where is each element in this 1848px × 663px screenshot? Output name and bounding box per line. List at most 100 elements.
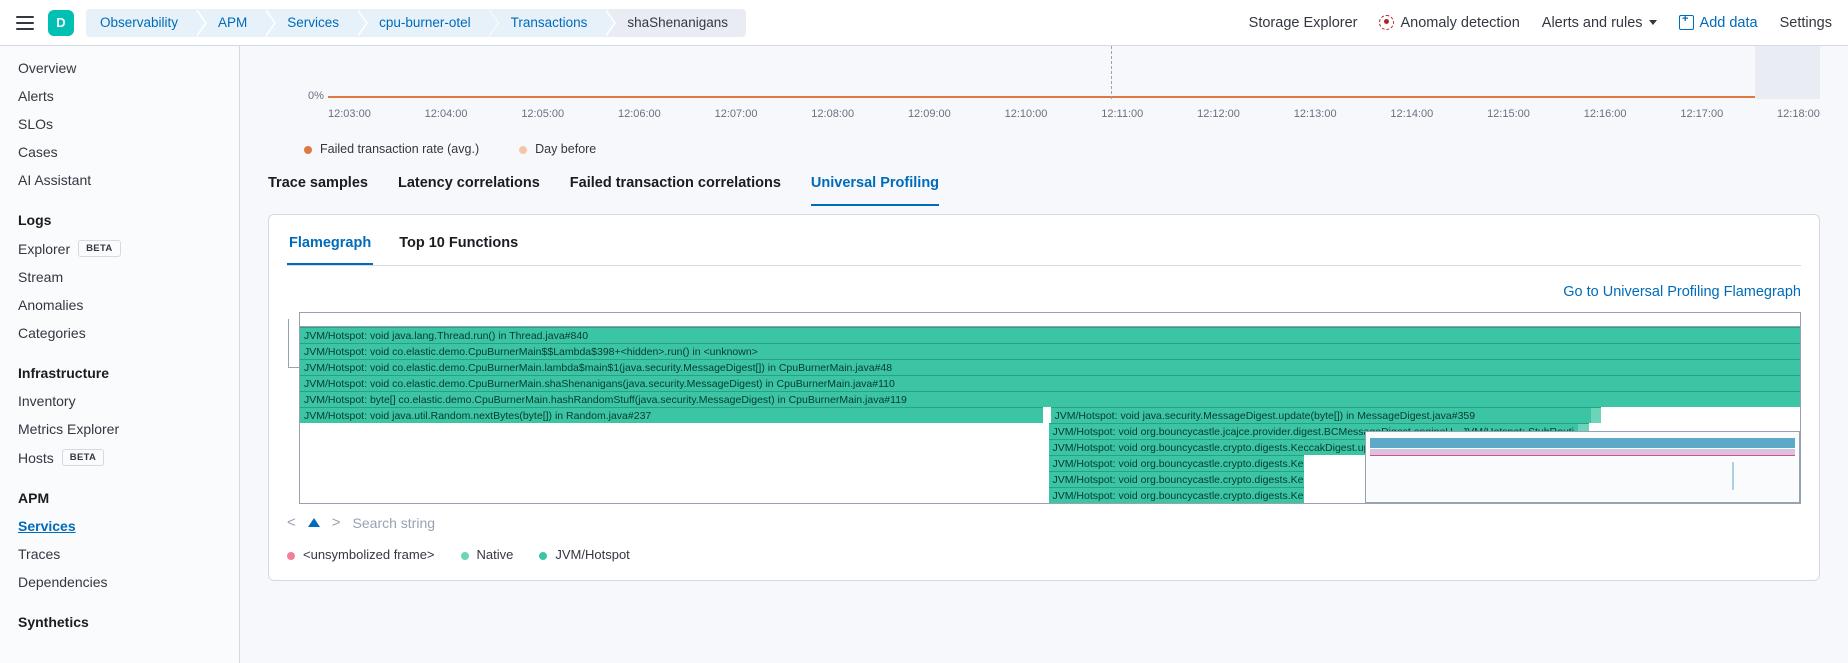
legend-label: Day before <box>535 142 596 156</box>
flame-frame[interactable]: JVM/Hotspot: void co.elastic.demo.CpuBur… <box>300 375 1800 391</box>
storage-explorer-link[interactable]: Storage Explorer <box>1249 15 1358 31</box>
flame-gap <box>1304 487 1312 503</box>
breadcrumb-item[interactable]: Observability <box>86 9 196 37</box>
subtab-top10[interactable]: Top 10 Functions <box>397 229 520 265</box>
flame-gap <box>300 487 1049 503</box>
alerts-rules-label: Alerts and rules <box>1542 15 1643 31</box>
sidebar-item-label: Hosts <box>18 450 54 466</box>
breadcrumb-item[interactable]: Transactions <box>489 9 606 37</box>
chart-x-tick: 12:13:00 <box>1294 108 1337 120</box>
legend-dot-icon <box>519 146 527 154</box>
flamegraph-canvas[interactable]: JVM/Hotspot: void java.lang.Thread.run()… <box>299 312 1801 504</box>
flame-frame[interactable]: JVM/Hotspot: byte[] co.elastic.demo.CpuB… <box>300 391 1800 407</box>
sidebar-item-traces[interactable]: Traces <box>0 540 239 568</box>
chart-x-tick: 12:10:00 <box>1005 108 1048 120</box>
minimap-stub <box>1732 462 1734 490</box>
flame-frame[interactable]: JVM/Hotspot: void org.bouncycastle.crypt… <box>1049 455 1304 471</box>
anomaly-label: Anomaly detection <box>1400 15 1519 31</box>
flame-frame[interactable]: JVM/Hotspot: void java.security.MessageD… <box>1051 407 1591 423</box>
subtab-flamegraph[interactable]: Flamegraph <box>287 229 373 265</box>
tab-failed-correlations[interactable]: Failed transaction correlations <box>570 162 781 206</box>
sidebar-item-inventory[interactable]: Inventory <box>0 387 239 415</box>
beta-badge: BETA <box>78 240 120 257</box>
add-data-button[interactable]: Add data <box>1679 15 1758 31</box>
legend-item: <unsymbolized frame> <box>287 547 435 562</box>
flamegraph-legend: <unsymbolized frame> Native JVM/Hotspot <box>287 547 1801 562</box>
tab-latency-correlations[interactable]: Latency correlations <box>398 162 540 206</box>
chart-x-tick: 12:14:00 <box>1390 108 1433 120</box>
prev-frame-button[interactable]: < <box>287 514 296 531</box>
next-frame-button[interactable]: > <box>332 514 341 531</box>
sidebar-item-anomalies[interactable]: Anomalies <box>0 291 239 319</box>
breadcrumb-item-current: shaShenanigans <box>605 9 746 37</box>
legend-item[interactable]: Failed transaction rate (avg.) <box>304 142 479 156</box>
flame-gap <box>300 455 1049 471</box>
sidebar-item-label: Explorer <box>18 241 70 257</box>
legend-item[interactable]: Day before <box>519 142 596 156</box>
sidebar-item-cases[interactable]: Cases <box>0 138 239 166</box>
sidebar-section-infrastructure: Infrastructure <box>0 347 239 387</box>
flame-gap <box>1601 407 1609 423</box>
anomaly-detection-link[interactable]: Anomaly detection <box>1379 15 1519 31</box>
sidebar-section-synthetics: Synthetics <box>0 596 239 636</box>
legend-label: Native <box>477 547 514 562</box>
breadcrumb-item[interactable]: cpu-burner-otel <box>357 9 489 37</box>
add-data-icon <box>1679 15 1694 30</box>
chart-x-tick: 12:07:00 <box>715 108 758 120</box>
flame-gap <box>1304 455 1312 471</box>
chart-x-tick: 12:12:00 <box>1197 108 1240 120</box>
flame-frame[interactable]: JVM/Hotspot: void java.util.Random.nextB… <box>300 407 1043 423</box>
sidebar-section-logs: Logs <box>0 194 239 234</box>
flame-gap <box>300 471 1049 487</box>
chart-marker-line <box>1111 46 1112 99</box>
detail-tabs: Trace samples Latency correlations Faile… <box>268 162 1820 206</box>
chart-series-line <box>328 96 1755 98</box>
beta-badge: BETA <box>62 449 104 466</box>
sidebar-item-hosts[interactable]: Hosts BETA <box>0 443 239 472</box>
flame-frame[interactable]: JVM/Hotspot: void co.elastic.demo.CpuBur… <box>300 343 1800 359</box>
failed-transaction-chart[interactable]: 0% 12:03:00 12:04:00 12:05:00 12:06:00 1… <box>268 46 1848 154</box>
flamegraph-controls: < > Search string <box>287 514 1801 531</box>
sidebar-item-metrics-explorer[interactable]: Metrics Explorer <box>0 415 239 443</box>
anomaly-icon <box>1379 15 1394 30</box>
flame-frame[interactable]: JVM/Hotspot: void org.bouncycastle.crypt… <box>1049 471 1304 487</box>
sidebar-item-services[interactable]: Services <box>0 512 239 540</box>
chart-x-tick: 12:04:00 <box>425 108 468 120</box>
sidebar-item-slos[interactable]: SLOs <box>0 110 239 138</box>
chart-x-tick: 12:18:00 <box>1777 108 1820 120</box>
sidebar-item-stream[interactable]: Stream <box>0 263 239 291</box>
menu-icon[interactable] <box>16 16 34 30</box>
alerts-rules-dropdown[interactable]: Alerts and rules <box>1542 15 1657 31</box>
sidebar-item-alerts[interactable]: Alerts <box>0 82 239 110</box>
flame-frame[interactable]: JVM/Hotspot: void java.lang.Thread.run()… <box>300 327 1800 343</box>
flame-frame[interactable]: JVM/Hotspot: void org.bouncycastle.crypt… <box>1049 487 1304 503</box>
chart-x-tick: 12:09:00 <box>908 108 951 120</box>
sidebar-item-categories[interactable]: Categories <box>0 319 239 347</box>
chart-x-tick: 12:11:00 <box>1101 108 1143 120</box>
chart-x-tick: 12:16:00 <box>1584 108 1627 120</box>
flame-root-frame[interactable] <box>300 313 1800 327</box>
flamegraph-search-input[interactable]: Search string <box>353 515 1801 531</box>
go-to-flamegraph-link[interactable]: Go to Universal Profiling Flamegraph <box>287 284 1801 300</box>
sidebar-item-overview[interactable]: Overview <box>0 54 239 82</box>
breadcrumb: Observability APM Services cpu-burner-ot… <box>86 9 1249 37</box>
sidebar-section-apm: APM <box>0 472 239 512</box>
reset-zoom-button[interactable] <box>308 518 320 527</box>
legend-label: Failed transaction rate (avg.) <box>320 142 479 156</box>
sidebar-item-explorer[interactable]: Explorer BETA <box>0 234 239 263</box>
avatar[interactable]: D <box>48 10 74 36</box>
chart-y-tick: 0% <box>308 90 324 102</box>
settings-link[interactable]: Settings <box>1780 15 1832 31</box>
tab-trace-samples[interactable]: Trace samples <box>268 162 368 206</box>
breadcrumb-item[interactable]: Services <box>265 9 357 37</box>
flame-frame[interactable]: JVM/Hotspot: void co.elastic.demo.CpuBur… <box>300 359 1800 375</box>
chart-x-tick: 12:17:00 <box>1680 108 1723 120</box>
chart-x-tick: 12:05:00 <box>521 108 564 120</box>
chart-x-tick: 12:03:00 <box>328 108 371 120</box>
flame-frame[interactable] <box>1591 407 1602 423</box>
sidebar-item-ai-assistant[interactable]: AI Assistant <box>0 166 239 194</box>
flame-gap <box>1304 471 1312 487</box>
tab-universal-profiling[interactable]: Universal Profiling <box>811 162 939 206</box>
flamegraph-minimap[interactable] <box>1365 431 1800 503</box>
sidebar-item-dependencies[interactable]: Dependencies <box>0 568 239 596</box>
